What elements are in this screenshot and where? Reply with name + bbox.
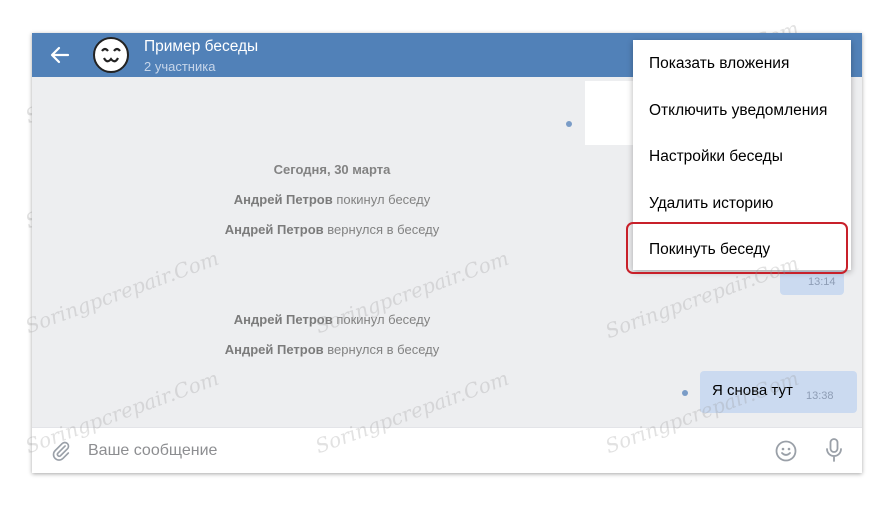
system-message: Андрей Петров вернулся в беседу [32,222,632,237]
system-message-action: покинул беседу [336,312,431,327]
date-separator: Сегодня, 30 марта [273,162,391,177]
system-message-action: вернулся в беседу [327,222,440,237]
system-message-user[interactable]: Андрей Петров [225,342,324,357]
menu-item-conversation-settings[interactable]: Настройки беседы [649,148,783,166]
message-bubble-partial: 13:14 [780,271,844,295]
avatar-icon [101,47,121,63]
message-input[interactable]: Ваше сообщение [88,442,217,460]
system-message-action: покинул беседу [336,192,431,207]
highlight-frame [626,222,848,274]
message-composer: Ваше сообщение [32,427,862,473]
system-message: Андрей Петров вернулся в беседу [32,342,632,357]
paperclip-icon[interactable] [50,440,72,462]
microphone-icon[interactable] [822,437,846,463]
system-message-action: вернулся в беседу [327,342,440,357]
message-time: 13:38 [806,390,834,402]
back-arrow-icon[interactable] [48,43,72,67]
system-message-user[interactable]: Андрей Петров [234,312,333,327]
outgoing-message-bubble[interactable]: Я снова тут 13:38 [700,371,857,413]
message-time: 13:14 [808,276,836,288]
system-message-user[interactable]: Андрей Петров [225,222,324,237]
participants-count: 2 участника [144,59,216,74]
avatar[interactable] [93,37,129,73]
system-message: Андрей Петров покинул беседу [32,192,632,207]
message-text: Я снова тут [712,382,793,399]
system-message-user[interactable]: Андрей Петров [234,192,333,207]
menu-item-mute-notifications[interactable]: Отключить уведомления [649,102,827,120]
unread-dot [566,121,572,127]
conversation-title[interactable]: Пример беседы [144,38,258,56]
menu-item-delete-history[interactable]: Удалить историю [649,195,773,213]
smile-icon[interactable] [774,439,798,463]
menu-item-show-attachments[interactable]: Показать вложения [649,55,789,73]
system-message: Андрей Петров покинул беседу [32,312,632,327]
unread-dot [682,390,688,396]
